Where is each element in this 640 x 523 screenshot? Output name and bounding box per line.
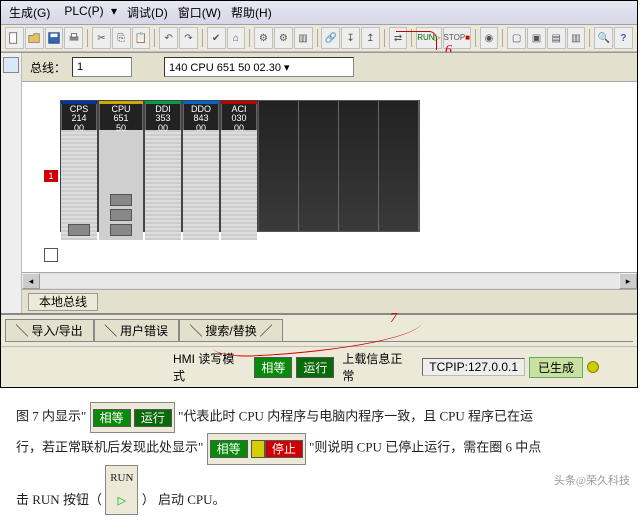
slot-cps[interactable]: CPS21400 [60, 100, 98, 232]
tb-browser[interactable]: ⌂ [227, 27, 246, 49]
rack-marker-1: 1 [44, 170, 58, 182]
bus-toolbar: 总线： 1 140 CPU 651 50 02.30 ▾ [22, 53, 637, 82]
tb-win4[interactable]: ▥ [567, 27, 586, 49]
tb-project[interactable]: ▥ [294, 27, 313, 49]
footer-attribution: 头条@荣久科技 [554, 470, 630, 493]
annotation-6-pointer [396, 31, 437, 50]
menubar: 生成(G) PLC(P) ▾ 调试(D) 窗口(W) 帮助(H) [1, 1, 637, 25]
tb-build[interactable]: ⚙ [254, 27, 273, 49]
tb-win3[interactable]: ▤ [547, 27, 566, 49]
tab-local-bus[interactable]: 本地总线 [28, 293, 98, 311]
tb-help[interactable]: ? [614, 27, 633, 49]
tb-upload[interactable]: ↥ [361, 27, 380, 49]
tb-win2[interactable]: ▣ [527, 27, 546, 49]
h-scrollbar[interactable]: ◂ ▸ [22, 272, 637, 289]
empty-slots[interactable] [258, 100, 420, 232]
rack-canvas[interactable]: 1 CPS21400 CPU65150 [22, 82, 637, 272]
toolbar: ✂ ⎘ 📋 ↶ ↷ ✔ ⌂ ⚙ ⚙ ▥ 🔗 ↧ ↥ ⇄ RUN▷ STOP■ ◉… [1, 25, 637, 52]
tb-zoom[interactable]: 🔍 [594, 27, 613, 49]
menu-debug[interactable]: 调试(D) [123, 3, 172, 22]
output-panel: ╲ 导入/导出 ╲ 用户错误 ╲ 搜索/替换 ╱ 7 [1, 313, 637, 346]
tb-save[interactable] [45, 27, 64, 49]
tb-cut[interactable]: ✂ [92, 27, 111, 49]
tb-copy[interactable]: ⎘ [112, 27, 131, 49]
slot-aci[interactable]: ACI03000 [220, 100, 258, 232]
tb-redo[interactable]: ↷ [179, 27, 198, 49]
tb-anim[interactable]: ◉ [480, 27, 499, 49]
explain-text: 图 7 内显示" 相等 运行 "代表此时 CPU 内程序与电脑内程序一致，且 C… [0, 388, 640, 523]
menu-window[interactable]: 窗口(W) [174, 3, 225, 22]
workarea: 总线： 1 140 CPU 651 50 02.30 ▾ 1 CPS21400 [1, 52, 637, 313]
tb-print[interactable] [64, 27, 83, 49]
cpu-select[interactable]: 140 CPU 651 50 02.30 ▾ [164, 57, 354, 77]
status-ip: TCPIP:127.0.0.1 [422, 358, 525, 376]
inline-status-equal-run: 相等 运行 [90, 402, 175, 433]
menu-generate[interactable]: 生成(G) [5, 3, 54, 22]
left-tool-strip [1, 53, 22, 313]
scroll-left[interactable]: ◂ [22, 273, 40, 289]
rack-end-marker [44, 248, 58, 262]
plc-rack: 1 CPS21400 CPU65150 [44, 100, 615, 232]
left-tool-1[interactable] [3, 57, 19, 73]
inline-status-equal-stop: 相等 停止 [207, 433, 306, 464]
bus-label: 总线： [30, 59, 66, 76]
tb-open[interactable] [25, 27, 44, 49]
tb-win1[interactable]: ▢ [507, 27, 526, 49]
inline-run-button: RUN▷ [105, 465, 138, 515]
scroll-right[interactable]: ▸ [619, 273, 637, 289]
tb-new[interactable] [5, 27, 24, 49]
tb-rebuild[interactable]: ⚙ [274, 27, 293, 49]
tb-download[interactable]: ↧ [341, 27, 360, 49]
status-bar: HMI 读写模式 相等 运行 上载信息正常 TCPIP:127.0.0.1 已生… [1, 346, 637, 387]
local-bus-tab-strip: 本地总线 [22, 289, 637, 313]
tab-user-errors[interactable]: ╲ 用户错误 [94, 319, 179, 341]
slot-ddo[interactable]: DDO84300 [182, 100, 220, 232]
status-generated: 已生成 [529, 357, 583, 378]
tb-paste[interactable]: 📋 [132, 27, 151, 49]
menu-plc[interactable]: PLC(P) ▾ [56, 3, 121, 22]
output-tabs: ╲ 导入/导出 ╲ 用户错误 ╲ 搜索/替换 ╱ 7 [5, 319, 633, 342]
status-upload: 上载信息正常 [338, 349, 418, 385]
status-led-1 [587, 361, 599, 373]
status-run: 运行 [296, 357, 334, 378]
slot-ddi[interactable]: DDI35300 [144, 100, 182, 232]
slot-cpu[interactable]: CPU65150 [98, 100, 144, 232]
bus-number[interactable]: 1 [72, 57, 132, 77]
menu-help[interactable]: 帮助(H) [227, 3, 276, 22]
tab-import-export[interactable]: ╲ 导入/导出 [5, 319, 94, 341]
status-equal: 相等 [254, 357, 292, 378]
tb-validate[interactable]: ✔ [207, 27, 226, 49]
tb-undo[interactable]: ↶ [159, 27, 178, 49]
tb-connect[interactable]: 🔗 [321, 27, 340, 49]
